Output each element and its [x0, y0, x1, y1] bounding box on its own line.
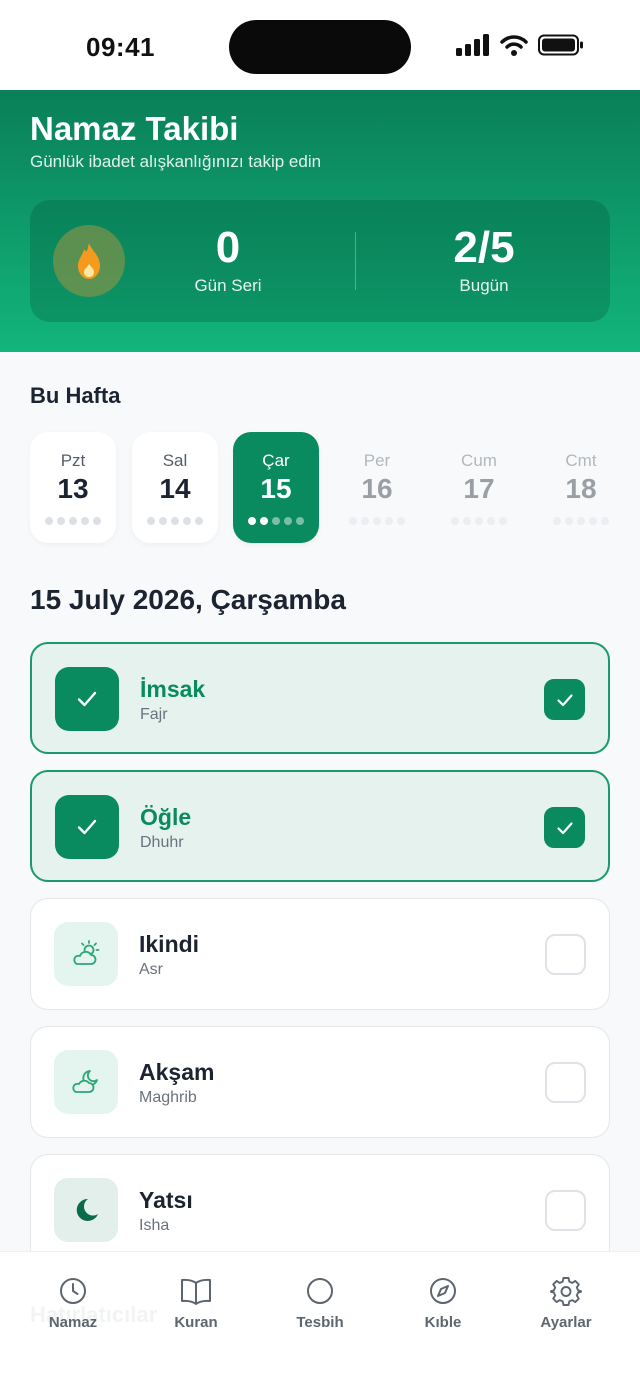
day-progress-dots [233, 517, 319, 525]
tab-label: Kıble [424, 1314, 462, 1331]
day-number: 18 [565, 473, 597, 504]
day-card-mon[interactable]: Pzt 13 [30, 432, 116, 543]
prayer-name: Ikindi [139, 931, 200, 957]
prayer-icon-box [55, 795, 119, 859]
day-name: Per [363, 451, 391, 470]
check-icon [556, 821, 573, 834]
week-title: Bu Hafta [30, 383, 121, 408]
prayer-name: İmsak [140, 676, 206, 702]
prayer-name: Öğle [140, 804, 192, 830]
prayer-subtitle: Dhuhr [140, 834, 184, 851]
today-value: 2/5 [453, 223, 515, 272]
sun-cloud-icon [73, 940, 100, 965]
wifi-icon [500, 35, 528, 56]
tab-label: Kuran [174, 1314, 218, 1331]
prayer-card-ogle[interactable]: Öğle Dhuhr [30, 770, 610, 882]
week-strip: Pzt 13 Sal 14 Çar 15 Per 16 Cum 17 Cmt 1… [30, 432, 640, 544]
tab-kible[interactable]: Kıble [388, 1274, 498, 1331]
tab-label: Ayarlar [540, 1314, 592, 1331]
prayer-icon-box [55, 667, 119, 731]
header: Namaz Takibi Günlük ibadet alışkanlığını… [0, 90, 640, 352]
prayer-subtitle: Fajr [140, 706, 168, 723]
check-icon [77, 819, 97, 835]
stats-card: 0 Gün Seri 2/5 Bugün [30, 200, 610, 322]
day-name: Sal [162, 451, 188, 470]
battery-icon [538, 34, 583, 56]
page-title: Namaz Takibi [30, 110, 239, 147]
prayer-name: Yatsı [139, 1187, 193, 1213]
gear-icon [550, 1277, 582, 1306]
prayer-checkbox[interactable] [544, 679, 585, 720]
day-number: 16 [361, 473, 393, 504]
day-card-wed[interactable]: Çar 15 [233, 432, 319, 543]
selected-date-title: 15 July 2026, Çarşamba [30, 584, 346, 615]
prayer-subtitle: Asr [139, 961, 163, 978]
prayer-checkbox[interactable] [544, 807, 585, 848]
day-number: 17 [463, 473, 495, 504]
day-card-fri[interactable]: Cum 17 [436, 432, 522, 543]
moon-cloud-icon [72, 1070, 98, 1093]
tab-label: Namaz [48, 1314, 98, 1331]
prayer-checkbox[interactable] [545, 1062, 586, 1103]
day-progress-dots [30, 517, 116, 525]
page-subtitle: Günlük ibadet alışkanlığınızı takip edin [30, 152, 322, 171]
circle-icon [307, 1278, 333, 1304]
cellular-signal-icon [456, 34, 489, 56]
day-card-sat[interactable]: Cmt 18 [538, 432, 624, 543]
stats-divider [355, 232, 356, 290]
prayer-subtitle: Maghrib [139, 1089, 197, 1106]
tab-tesbih[interactable]: Tesbih [265, 1274, 375, 1331]
clock-icon [60, 1278, 86, 1304]
day-number: 14 [159, 473, 191, 504]
day-name: Çar [262, 451, 290, 470]
status-time: 09:41 [86, 32, 155, 62]
check-icon [77, 691, 97, 707]
check-icon [556, 693, 573, 706]
day-progress-dots [538, 517, 624, 525]
flame-badge [53, 225, 125, 297]
day-card-tue[interactable]: Sal 14 [132, 432, 218, 543]
dynamic-island [229, 20, 411, 74]
tab-bar: Hatırlatıcılar Namaz Kuran Tesbih Kıble … [0, 1251, 640, 1391]
day-number: 15 [260, 473, 292, 504]
day-name: Pzt [60, 451, 86, 470]
streak-value: 0 [215, 223, 241, 272]
status-bar: 09:41 [0, 0, 640, 90]
compass-icon [430, 1278, 456, 1304]
crescent-moon-icon [76, 1198, 98, 1221]
day-card-thu[interactable]: Per 16 [334, 432, 420, 543]
day-progress-dots [334, 517, 420, 525]
flame-icon [78, 243, 100, 279]
today-label: Bugün [459, 276, 509, 295]
streak-label: Gün Seri [194, 276, 262, 295]
day-number: 13 [57, 473, 89, 504]
tab-kuran[interactable]: Kuran [141, 1274, 251, 1331]
prayer-icon-box [54, 922, 118, 986]
streak-stat: 0 Gün Seri [178, 224, 278, 296]
prayer-icon-box [54, 1050, 118, 1114]
status-icons [456, 34, 584, 56]
tab-label: Tesbih [296, 1314, 344, 1331]
day-progress-dots [436, 517, 522, 525]
prayer-subtitle: Isha [139, 1217, 170, 1234]
prayer-card-yatsi[interactable]: Yatsı Isha [30, 1154, 610, 1266]
prayer-card-imsak[interactable]: İmsak Fajr [30, 642, 610, 754]
prayer-card-aksam[interactable]: Akşam Maghrib [30, 1026, 610, 1138]
book-icon [181, 1278, 211, 1305]
day-name: Cmt [565, 451, 597, 470]
day-progress-dots [132, 517, 218, 525]
prayer-icon-box [54, 1178, 118, 1242]
prayer-checkbox[interactable] [545, 1190, 586, 1231]
prayer-checkbox[interactable] [545, 934, 586, 975]
today-stat: 2/5 Bugün [434, 224, 534, 296]
prayer-card-ikindi[interactable]: Ikindi Asr [30, 898, 610, 1010]
prayer-name: Akşam [139, 1059, 215, 1085]
tab-namaz[interactable]: Namaz [18, 1274, 128, 1331]
tab-ayarlar[interactable]: Ayarlar [511, 1274, 621, 1331]
day-name: Cum [461, 451, 497, 470]
